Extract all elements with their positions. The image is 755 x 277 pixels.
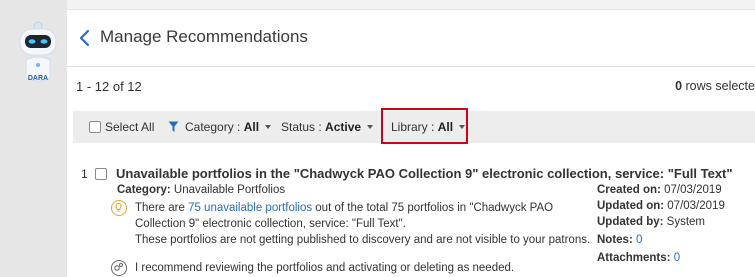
- attachments-label: Attachments:: [597, 252, 671, 264]
- status-filter[interactable]: Status : Active: [281, 120, 374, 134]
- notes-link[interactable]: 0: [636, 234, 642, 246]
- chevron-left-icon[interactable]: [77, 29, 91, 47]
- dara-logo-text: DARA: [27, 75, 49, 82]
- updated-by-value: System: [666, 216, 705, 228]
- filter-bar: Select All Category : All Status : Activ…: [73, 108, 755, 144]
- message-text: out of the total 75 portfolios in "Chadw…: [312, 202, 554, 214]
- message-text: There are: [135, 202, 189, 214]
- status-filter-value: Active: [325, 120, 362, 134]
- category-label: Category:: [117, 184, 171, 196]
- updated-value: 07/03/2019: [667, 200, 725, 212]
- robot-icon[interactable]: DARA: [18, 20, 58, 98]
- filter-icon[interactable]: [168, 121, 179, 133]
- chevron-down-icon: [265, 125, 272, 129]
- message-line-1: There are 75 unavailable portfolios out …: [135, 202, 553, 214]
- notes-label: Notes:: [597, 234, 633, 246]
- created-value: 07/03/2019: [664, 184, 722, 196]
- created-label: Created on:: [597, 184, 661, 196]
- recommendation-category: Category: Unavailable Portfolios: [117, 184, 285, 196]
- category-filter-label: Category :: [185, 120, 241, 134]
- attachments-link[interactable]: 0: [674, 252, 680, 264]
- sidebar: DARA: [0, 0, 67, 277]
- category-filter-value: All: [243, 120, 260, 134]
- updated-by-label: Updated by:: [597, 216, 664, 228]
- updated-label: Updated on:: [597, 200, 665, 212]
- rows-selected-count: 0: [675, 79, 683, 93]
- recommendation-checkbox[interactable]: [95, 168, 107, 180]
- updated-on: Updated on: 07/03/2019: [597, 200, 725, 212]
- message-line-2: Collection 9" electronic collection, ser…: [135, 218, 406, 230]
- robot-graphic: [19, 21, 57, 82]
- rows-selected-label: rows selecte: [685, 79, 755, 93]
- lightbulb-icon: [111, 200, 127, 216]
- unavailable-portfolios-link[interactable]: 75 unavailable portfolios: [188, 202, 312, 214]
- updated-by: Updated by: System: [597, 216, 705, 228]
- results-count: 1 - 12 of 12: [76, 79, 142, 94]
- rows-selected-status: 0 rows selecte: [675, 79, 755, 93]
- created-on: Created on: 07/03/2019: [597, 184, 722, 196]
- main-panel: Manage Recommendations 1 - 12 of 12 0 ro…: [67, 10, 755, 277]
- category-filter[interactable]: Category : All: [185, 120, 272, 134]
- attachments: Attachments: 0: [597, 252, 680, 264]
- category-value: Unavailable Portfolios: [173, 184, 286, 196]
- select-all-checkbox[interactable]: [89, 121, 101, 133]
- select-all-label[interactable]: Select All: [105, 120, 154, 134]
- title-row: Manage Recommendations: [67, 10, 755, 67]
- message-line-3: These portfolios are not getting publish…: [135, 234, 591, 246]
- recommendation-item: 1 Unavailable portfolios in the "Chadwyc…: [67, 152, 755, 277]
- results-row: 1 - 12 of 12 0 rows selecte: [67, 67, 755, 111]
- page-title: Manage Recommendations: [100, 27, 308, 46]
- recommendation-title[interactable]: Unavailable portfolios in the "Chadwyck …: [116, 166, 733, 181]
- library-filter-highlight: [381, 108, 468, 144]
- recommendation-number: 1: [81, 167, 88, 181]
- status-filter-label: Status :: [281, 120, 322, 134]
- top-strip: [67, 0, 755, 10]
- message-line-4: I recommend reviewing the portfolios and…: [135, 262, 515, 274]
- gear-icon: [111, 260, 127, 276]
- chevron-down-icon: [367, 125, 374, 129]
- notes: Notes: 0: [597, 234, 642, 246]
